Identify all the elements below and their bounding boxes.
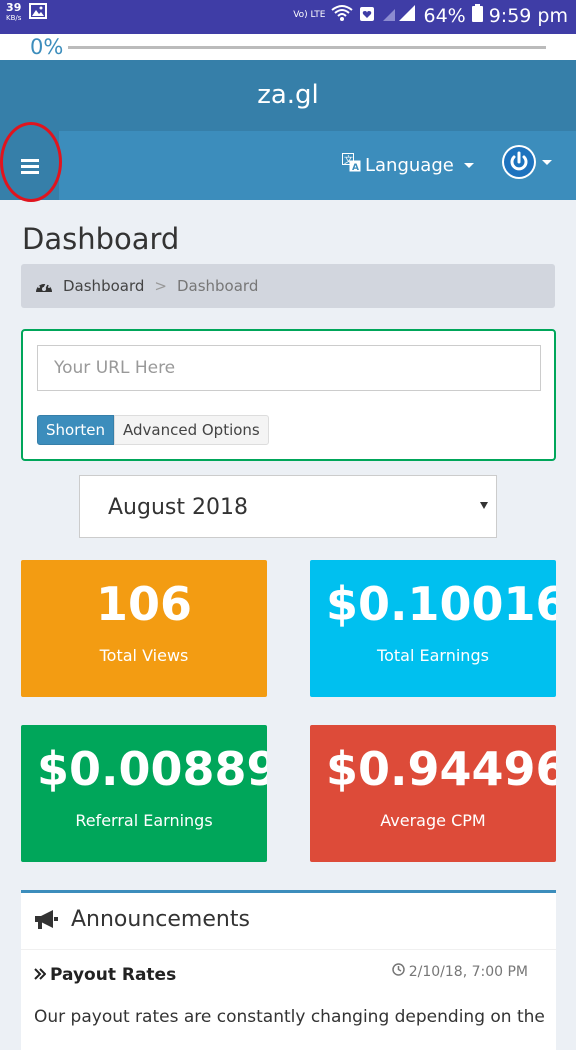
bullhorn-icon bbox=[33, 909, 59, 935]
wifi-icon bbox=[331, 4, 354, 27]
breadcrumb-link[interactable]: Dashboard bbox=[63, 277, 144, 295]
gallery-icon bbox=[29, 3, 48, 23]
month-select-value: August 2018 bbox=[108, 495, 248, 520]
referral-earnings-value: $0.008898 bbox=[37, 742, 267, 796]
total-views-card: 106 Total Views bbox=[21, 560, 267, 697]
advanced-options-button[interactable]: Advanced Options bbox=[114, 415, 269, 445]
total-earnings-label: Total Earnings bbox=[377, 646, 489, 665]
notification-icon bbox=[359, 5, 375, 27]
clock-icon bbox=[391, 963, 405, 980]
caret-down-icon bbox=[480, 502, 488, 509]
chevron-down-icon bbox=[542, 159, 552, 165]
svg-text:A: A bbox=[352, 163, 359, 172]
user-menu[interactable] bbox=[502, 145, 552, 179]
battery-percent: 64% bbox=[423, 4, 466, 27]
referral-earnings-label: Referral Earnings bbox=[75, 811, 213, 830]
total-views-value: 106 bbox=[95, 577, 193, 631]
top-navbar: 文A Language bbox=[0, 122, 576, 202]
announcement-date: 2/10/18, 7:00 PM bbox=[391, 963, 528, 980]
average-cpm-card: $0.944962 Average CPM bbox=[310, 725, 556, 862]
announcements-box: Announcements Payout Rates 2/10/18, 7:00… bbox=[21, 890, 556, 1050]
announcements-title: Announcements bbox=[71, 907, 250, 932]
url-input[interactable] bbox=[37, 345, 541, 391]
status-bar: 39 KB/s Vo) LTE 64% 9:59 pm bbox=[0, 0, 576, 34]
breadcrumb-separator: > bbox=[154, 277, 167, 295]
total-earnings-card: $0.100166 Total Earnings bbox=[310, 560, 556, 697]
average-cpm-label: Average CPM bbox=[380, 811, 486, 830]
page-title: Dashboard bbox=[22, 222, 180, 256]
breadcrumb: Dashboard > Dashboard bbox=[21, 264, 555, 308]
signal-icon bbox=[381, 4, 417, 27]
volte-icon: Vo) LTE bbox=[293, 10, 326, 20]
site-header: za.gl bbox=[0, 60, 576, 131]
language-label: Language bbox=[365, 154, 454, 176]
clock: 9:59 pm bbox=[488, 4, 568, 27]
site-logo[interactable]: za.gl bbox=[257, 80, 319, 110]
announcement-item-title[interactable]: Payout Rates bbox=[34, 965, 176, 985]
progress-track bbox=[68, 46, 546, 49]
language-icon: 文A bbox=[342, 153, 361, 177]
total-earnings-value: $0.100166 bbox=[326, 577, 556, 631]
battery-icon bbox=[471, 4, 483, 27]
average-cpm-value: $0.944962 bbox=[326, 742, 556, 796]
highlight-circle bbox=[0, 122, 62, 202]
total-views-label: Total Views bbox=[99, 646, 189, 665]
language-dropdown[interactable]: 文A Language bbox=[342, 153, 474, 177]
announcements-header: Announcements bbox=[21, 893, 556, 950]
breadcrumb-current: Dashboard bbox=[176, 277, 259, 295]
double-chevron-right-icon bbox=[34, 965, 47, 985]
page-load-progress: 0% bbox=[0, 34, 576, 60]
dashboard-icon bbox=[35, 279, 53, 293]
network-speed: 39 KB/s bbox=[6, 1, 22, 22]
progress-percent: 0% bbox=[30, 35, 64, 59]
power-icon bbox=[502, 145, 536, 179]
referral-earnings-card: $0.008898 Referral Earnings bbox=[21, 725, 267, 862]
shorten-button[interactable]: Shorten bbox=[37, 415, 114, 445]
chevron-down-icon bbox=[463, 162, 474, 168]
month-select[interactable]: August 2018 bbox=[79, 475, 497, 538]
announcement-body: Our payout rates are constantly changing… bbox=[34, 1007, 545, 1027]
shorten-form: Shorten Advanced Options bbox=[21, 329, 556, 461]
